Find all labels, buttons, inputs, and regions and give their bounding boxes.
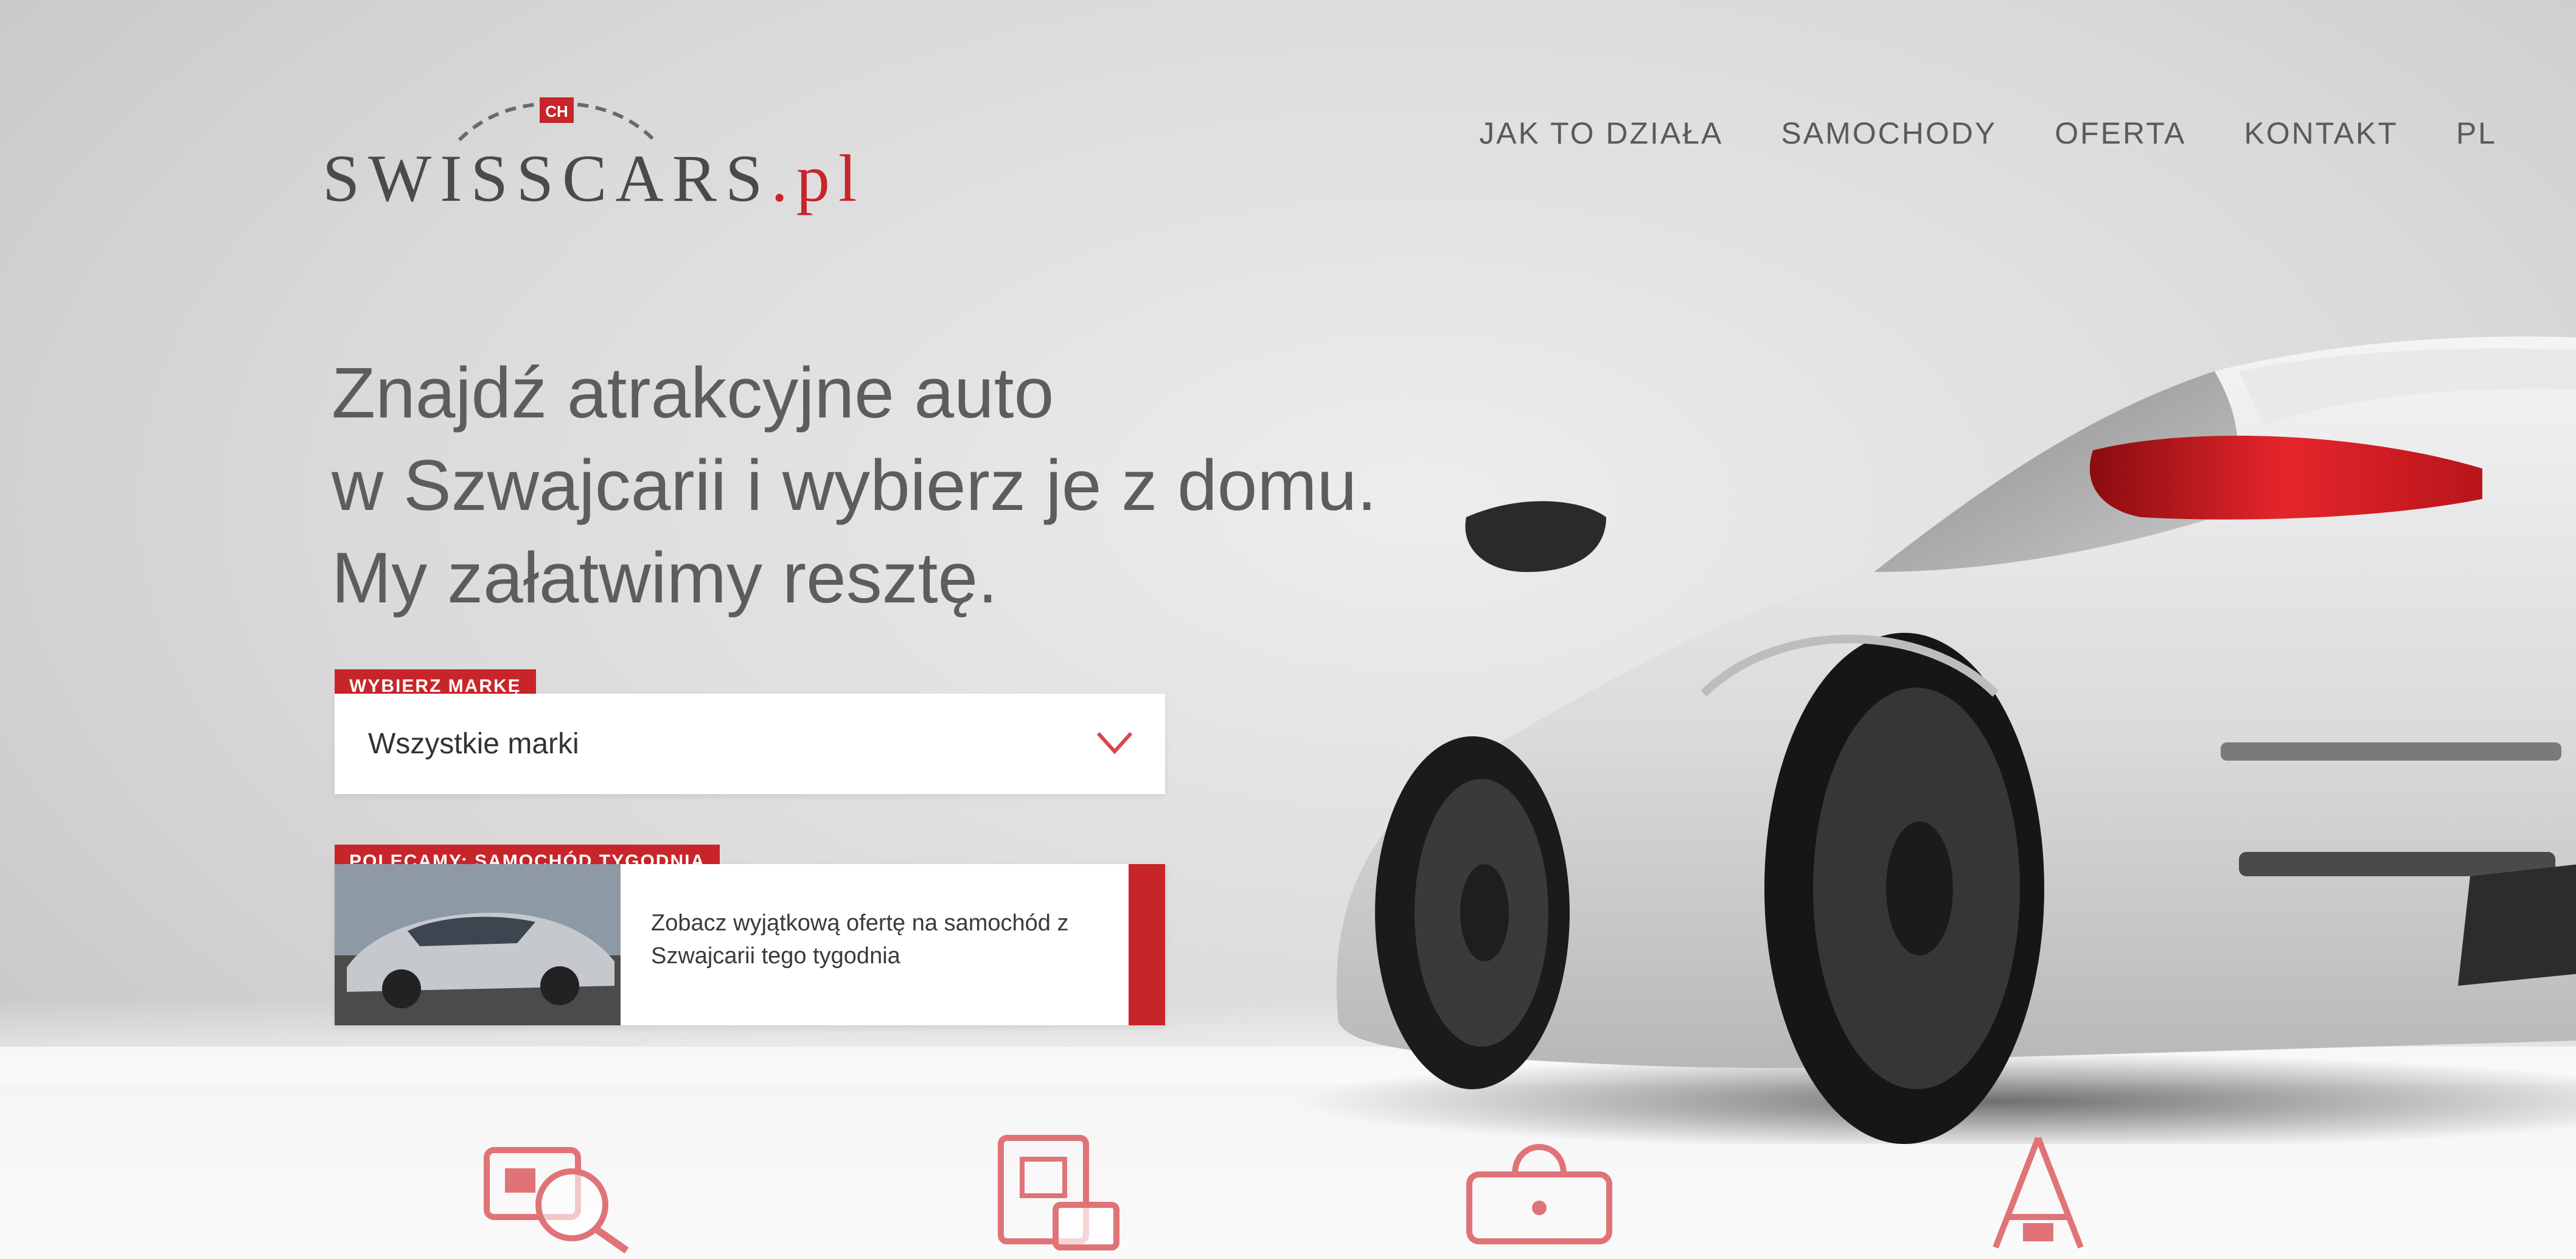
brand-logo[interactable]: CH SWISSCARS.pl [322, 73, 857, 219]
logo-emblem-text: CH [545, 102, 568, 120]
brand-select-value: Wszystkie marki [368, 728, 579, 760]
headline-line-3: My załatwimy resztę. [332, 538, 998, 618]
logo-wordmark: SWISSCARS.pl [322, 140, 865, 217]
logo-tld: .pl [771, 141, 866, 215]
user-icon [1993, 1137, 2084, 1249]
featured-arrow-bar[interactable] [1129, 864, 1165, 1025]
headline-line-2: w Szwajcarii i wybierz je z domu. [332, 445, 1377, 526]
main-nav: Jak to działa Samochody Oferta Kontakt P… [1479, 116, 2497, 151]
search-car-icon [484, 1147, 629, 1254]
featured-card[interactable]: Zobacz wyjątkową ofertę na samochód z Sz… [335, 864, 1165, 1025]
logo-name: SWISSCARS [322, 141, 771, 215]
chevron-down-icon [1096, 731, 1133, 755]
featured-description: Zobacz wyjątkową ofertę na samochód z Sz… [651, 910, 1069, 969]
wallet-icon [1466, 1144, 1612, 1244]
brand-select[interactable]: Wszystkie marki [335, 694, 1165, 794]
headline-line-1: Znajdź atrakcyjne auto [332, 353, 1054, 433]
hero-stage: CH SWISSCARS.pl Jak to działa Samochody … [0, 0, 2576, 1259]
featured-car-thumbnail [335, 864, 621, 1025]
nav-item-contact[interactable]: Kontakt [2244, 116, 2398, 151]
hero-headline: Znajdź atrakcyjne auto w Szwajcarii i wy… [332, 347, 1488, 624]
nav-item-how-it-works[interactable]: Jak to działa [1479, 116, 1723, 151]
logo-emblem: CH [458, 97, 656, 142]
document-icon [998, 1135, 1119, 1250]
nav-item-cars[interactable]: Samochody [1781, 116, 1997, 151]
nav-item-offer[interactable]: Oferta [2055, 116, 2186, 151]
language-switcher[interactable]: PL [2456, 116, 2497, 151]
